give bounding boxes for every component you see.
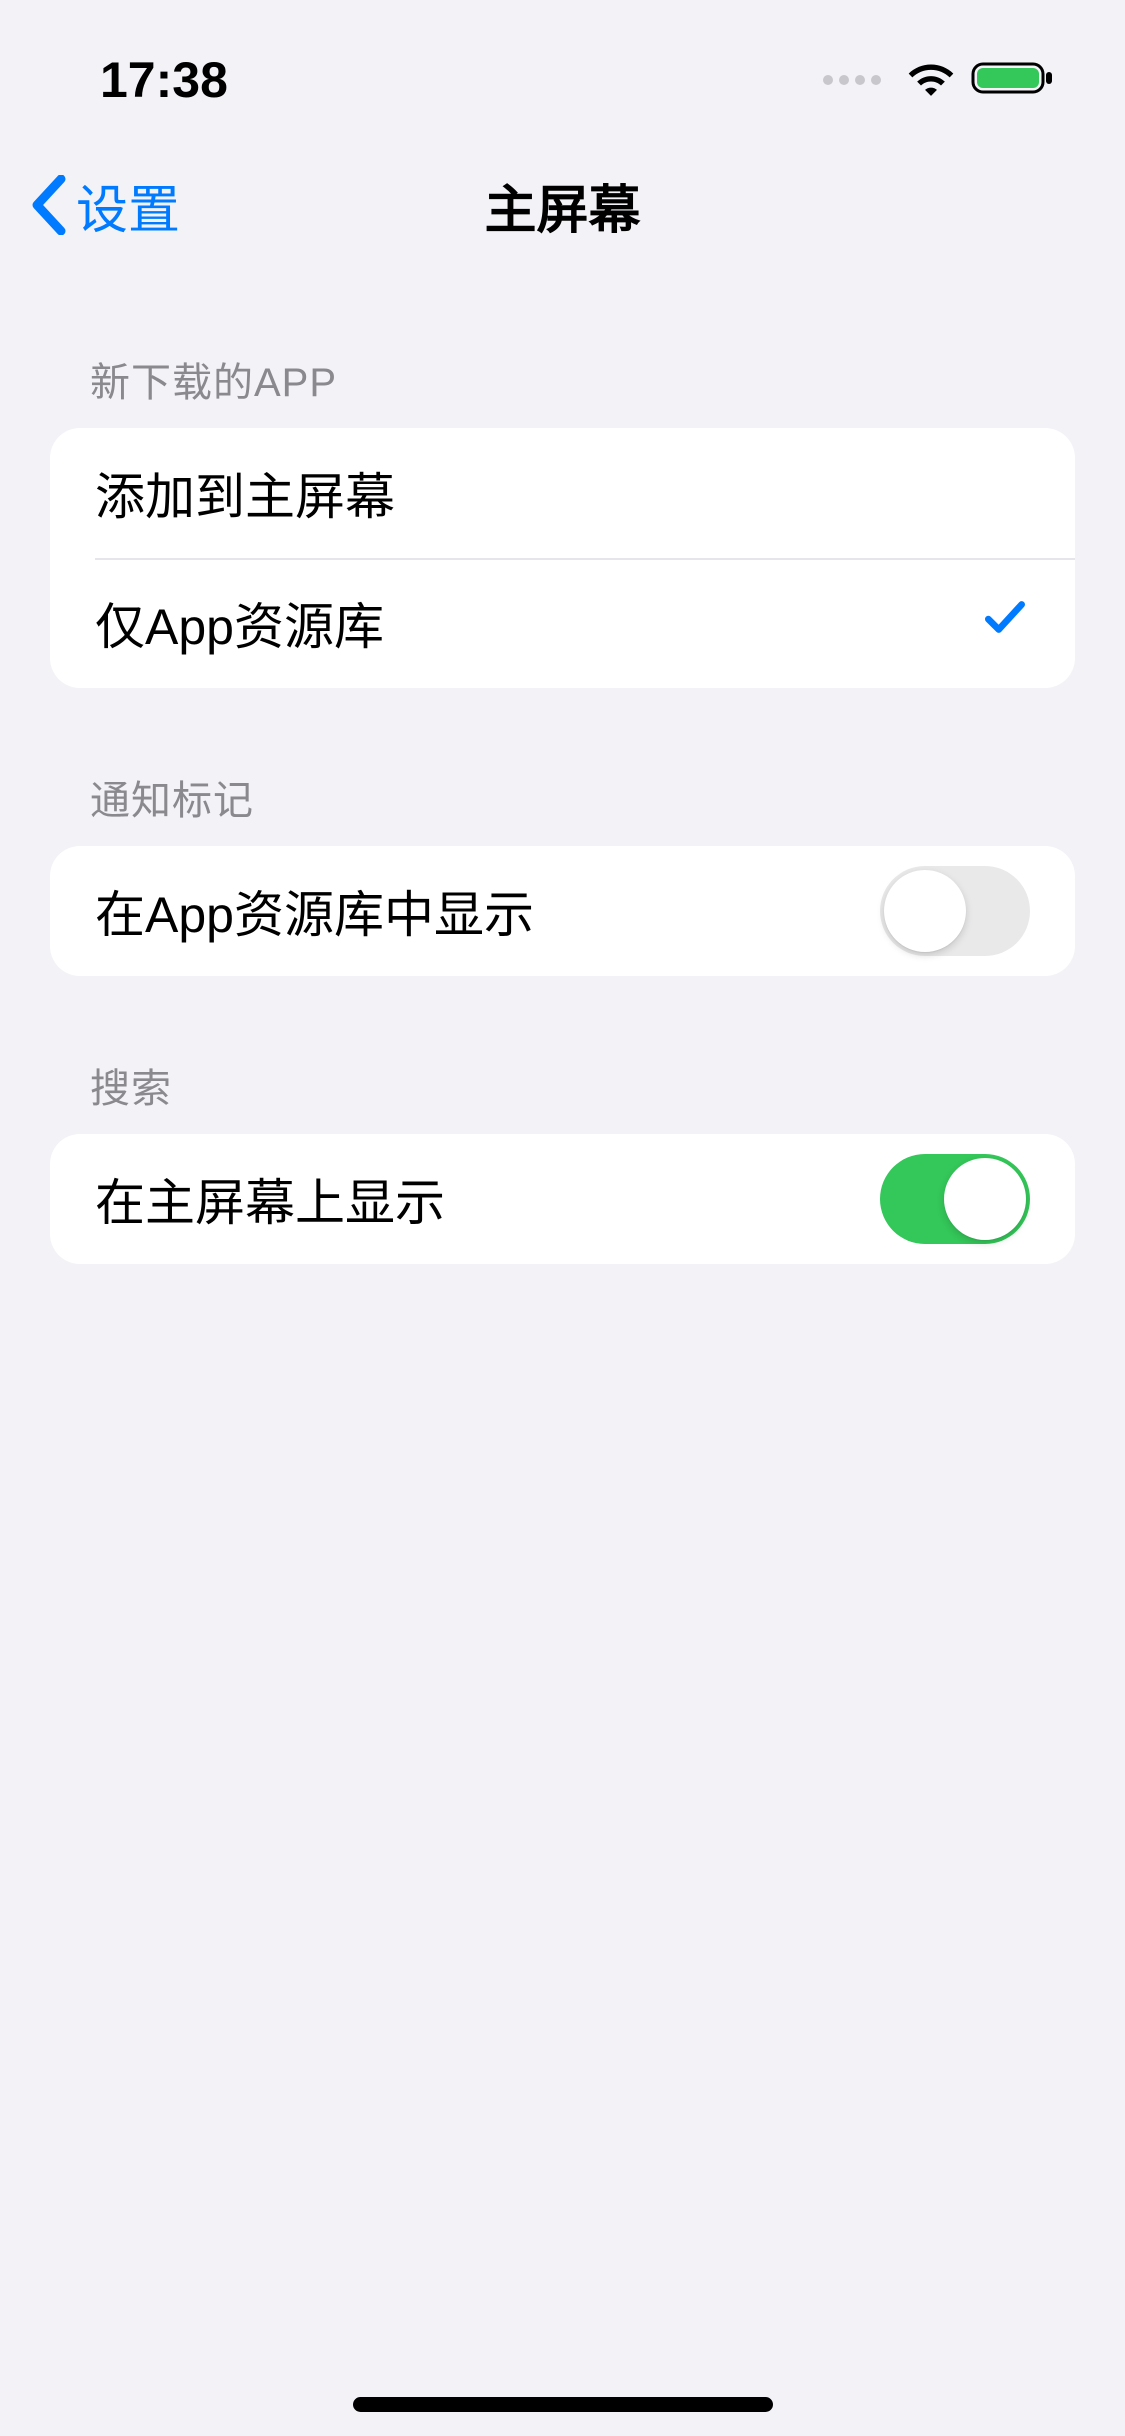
status-bar: 17:38 [0, 0, 1125, 140]
checkmark-icon [980, 592, 1030, 654]
chevron-left-icon [30, 175, 68, 235]
page-title: 主屏幕 [484, 168, 640, 243]
home-indicator[interactable] [353, 2397, 773, 2412]
option-app-library-only[interactable]: 仅App资源库 [50, 558, 1075, 688]
search-group: 在主屏幕上显示 [50, 1134, 1075, 1264]
row-show-in-app-library: 在App资源库中显示 [50, 846, 1075, 976]
back-button[interactable]: 设置 [30, 168, 180, 243]
option-add-to-home[interactable]: 添加到主屏幕 [50, 428, 1075, 558]
cellular-icon [823, 75, 881, 85]
option-label: 添加到主屏幕 [95, 457, 395, 529]
wifi-icon [906, 58, 956, 103]
row-label: 在App资源库中显示 [95, 875, 534, 947]
toggle-knob [944, 1158, 1026, 1240]
toggle-knob [884, 870, 966, 952]
status-indicators [823, 58, 1055, 103]
row-show-on-home: 在主屏幕上显示 [50, 1134, 1075, 1264]
toggle-show-in-app-library[interactable] [880, 866, 1030, 956]
toggle-show-on-home[interactable] [880, 1154, 1030, 1244]
back-label: 设置 [76, 168, 180, 243]
new-apps-group: 添加到主屏幕 仅App资源库 [50, 428, 1075, 688]
battery-icon [971, 58, 1055, 103]
section-header-badges: 通知标记 [50, 688, 1075, 846]
row-label: 在主屏幕上显示 [95, 1163, 445, 1235]
section-header-search: 搜索 [50, 976, 1075, 1134]
status-time: 17:38 [100, 51, 228, 109]
badges-group: 在App资源库中显示 [50, 846, 1075, 976]
section-header-new-apps: 新下载的APP [50, 270, 1075, 428]
option-label: 仅App资源库 [95, 587, 384, 659]
navigation-bar: 设置 主屏幕 [0, 140, 1125, 270]
